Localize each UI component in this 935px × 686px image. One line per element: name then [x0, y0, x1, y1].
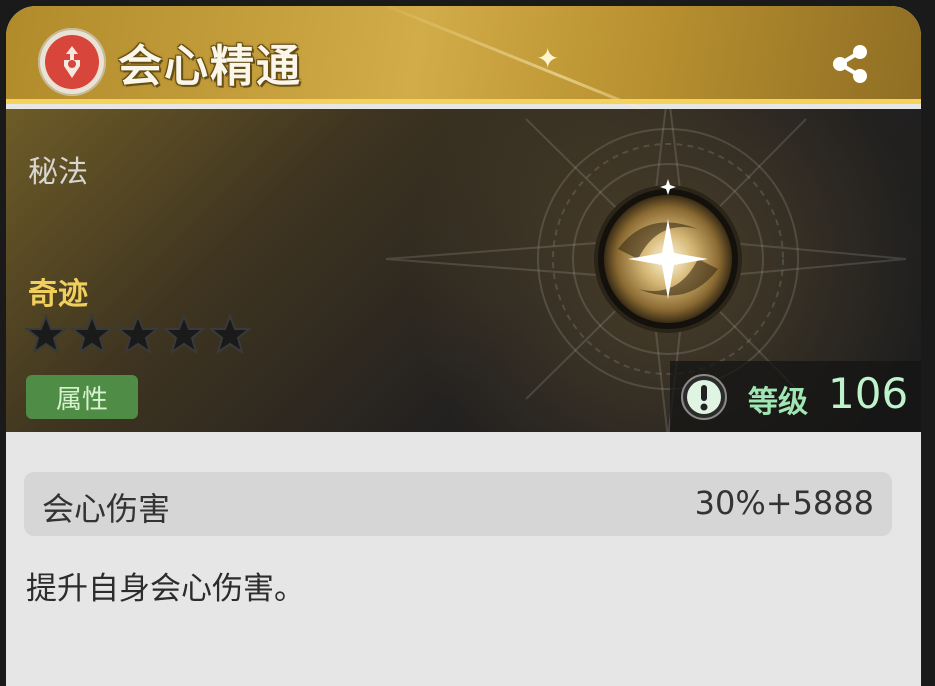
star-empty-icon [24, 313, 68, 355]
star-empty-icon [162, 313, 206, 355]
stat-name: 会心伤害 [42, 490, 171, 528]
card-header: ✦ 会心精通 [6, 6, 921, 157]
stat-value: 30%+5888 [694, 484, 874, 522]
share-icon[interactable] [826, 40, 874, 88]
rarity-label: 奇迹 [28, 277, 88, 312]
stat-row: 会心伤害 30%+5888 [24, 472, 892, 536]
attribute-tag[interactable]: 属性 [26, 375, 138, 419]
star-rating [24, 313, 252, 355]
level-value: 106 [828, 369, 909, 418]
red-crest-icon [38, 28, 106, 96]
level-label: 等级 [748, 385, 808, 420]
skill-type-label: 秘法 [28, 155, 88, 190]
skill-description: 提升自身会心伤害。 [26, 571, 305, 607]
level-display: 等级 106 [670, 361, 921, 432]
page-title: 会心精通 [118, 41, 302, 92]
skill-card: ✦ 会心精通 秘法 奇迹 属性 等级 106 会心伤害 30%+5888 提升自… [6, 6, 921, 686]
exclamation-icon[interactable] [680, 373, 728, 421]
sparkle-icon: ✦ [536, 42, 560, 75]
hero-panel: 秘法 奇迹 属性 等级 106 [6, 109, 921, 432]
star-empty-icon [116, 313, 160, 355]
star-empty-icon [70, 313, 114, 355]
star-empty-icon [208, 313, 252, 355]
